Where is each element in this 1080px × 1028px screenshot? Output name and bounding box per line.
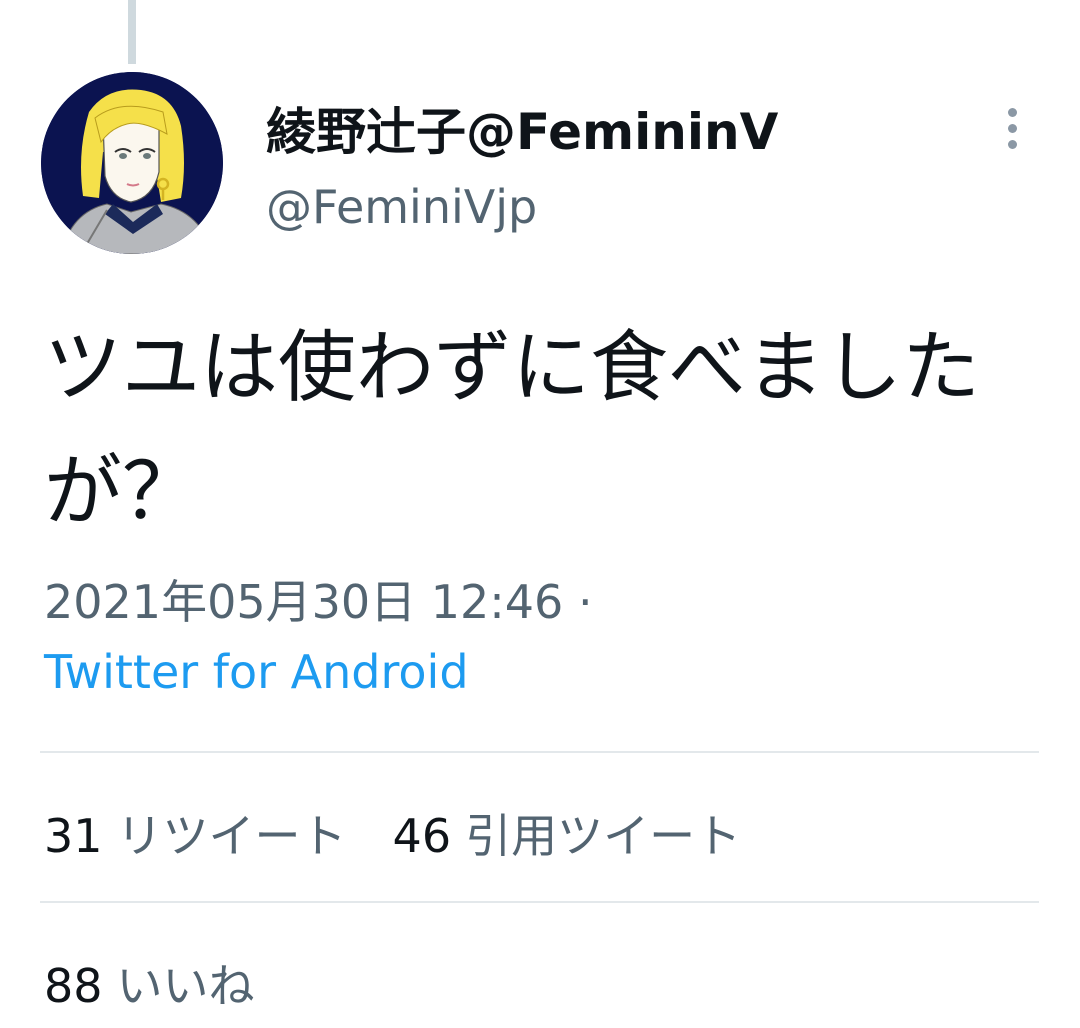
quote-tweets-stat[interactable]: 46 引用ツイート (393, 800, 742, 866)
avatar-illustration (41, 72, 223, 254)
divider (40, 751, 1039, 753)
more-dot (1007, 123, 1017, 133)
more-dot (1007, 139, 1017, 149)
more-dot (1007, 107, 1017, 117)
stats-row-retweets: 31 リツイート 46 引用ツイート (44, 800, 741, 866)
like-label: いいね (116, 959, 255, 1013)
like-count: 88 (44, 959, 103, 1013)
divider (40, 901, 1039, 903)
tweet-detail: 綾野辻子@FemininV @FeminiVjp ツユは使わずに食べましたが？ … (0, 0, 1080, 1028)
more-vertical-icon[interactable] (992, 98, 1032, 158)
stats-row-likes: 88 いいね (44, 950, 255, 1016)
avatar[interactable] (41, 72, 223, 254)
author-handle[interactable]: @FeminiVjp (266, 180, 537, 234)
author-display-name[interactable]: 綾野辻子@FemininV (266, 92, 778, 164)
tweet-source-link[interactable]: Twitter for Android (44, 645, 469, 699)
tweet-timestamp[interactable]: 2021年05月30日 12:46 · (44, 566, 593, 632)
retweet-label: リツイート (116, 809, 347, 863)
retweets-stat[interactable]: 31 リツイート (44, 800, 347, 866)
thread-connector-line (128, 0, 136, 64)
quote-tweet-label: 引用ツイート (465, 809, 742, 863)
retweet-count: 31 (44, 809, 103, 863)
quote-tweet-count: 46 (392, 809, 452, 863)
tweet-text: ツユは使わずに食べましたが？ (44, 323, 981, 537)
likes-stat[interactable]: 88 いいね (44, 950, 255, 1016)
